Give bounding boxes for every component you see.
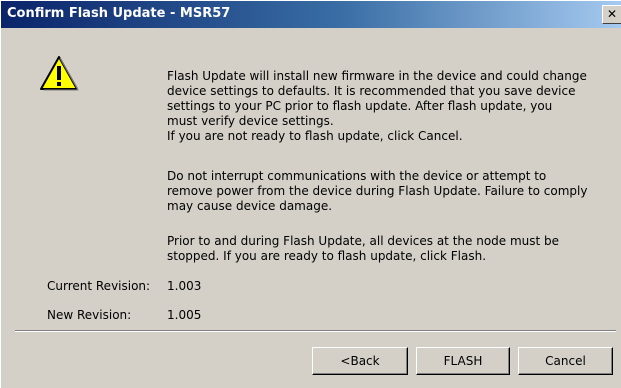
message-paragraph-3: Prior to and during Flash Update, all de… bbox=[167, 234, 612, 264]
back-button[interactable]: <Back bbox=[312, 347, 408, 375]
current-revision-value: 1.003 bbox=[167, 279, 202, 293]
message-line: remove power from the device during Flas… bbox=[167, 184, 588, 198]
flash-button[interactable]: FLASH bbox=[416, 347, 510, 375]
message-line: may cause device damage. bbox=[167, 199, 333, 213]
warning-icon bbox=[40, 56, 79, 91]
message-line: If you are not ready to flash update, cl… bbox=[167, 129, 463, 143]
message-line: stopped. If you are ready to flash updat… bbox=[167, 249, 487, 263]
dialog-window: Confirm Flash Update - MSR57 ✕ Flash Upd… bbox=[0, 0, 621, 388]
message-paragraph-1: Flash Update will install new firmware i… bbox=[167, 69, 612, 144]
current-revision-label: Current Revision: bbox=[47, 279, 151, 293]
title-bar[interactable]: Confirm Flash Update - MSR57 ✕ bbox=[1, 1, 621, 28]
cancel-button[interactable]: Cancel bbox=[518, 347, 613, 375]
new-revision-value: 1.005 bbox=[167, 308, 202, 322]
close-button[interactable]: ✕ bbox=[602, 5, 621, 24]
message-line: must verify device settings. bbox=[167, 114, 334, 128]
message-line: device settings to defaults. It is recom… bbox=[167, 84, 576, 98]
new-revision-label: New Revision: bbox=[47, 308, 132, 322]
message-line: Do not interrupt communications with the… bbox=[167, 169, 547, 183]
message-line: Prior to and during Flash Update, all de… bbox=[167, 234, 560, 248]
message-line: Flash Update will install new firmware i… bbox=[167, 69, 587, 83]
window-title: Confirm Flash Update - MSR57 bbox=[7, 6, 231, 21]
button-separator bbox=[15, 330, 616, 332]
message-paragraph-2: Do not interrupt communications with the… bbox=[167, 169, 612, 214]
message-line: settings to your PC prior to flash updat… bbox=[167, 99, 553, 113]
